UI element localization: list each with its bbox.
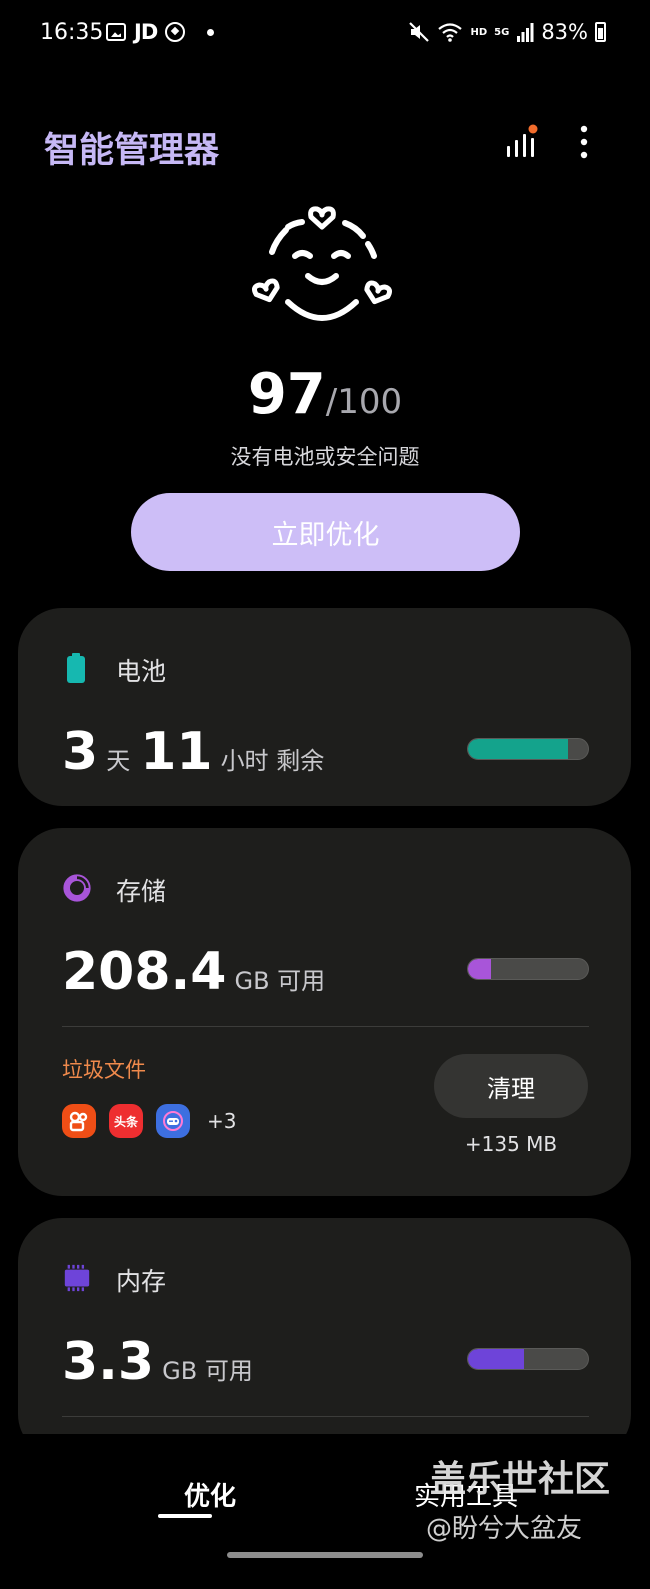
ring-icon <box>165 22 186 42</box>
memory-chip-icon <box>64 1264 90 1292</box>
memory-card[interactable]: 内存 3.3 GB 可用 <box>18 1218 631 1458</box>
status-bar: 16:35 JD HD 5G 83% <box>0 0 650 70</box>
storage-title: 存储 <box>116 877 167 906</box>
hd-indicator: HD <box>470 26 488 38</box>
battery-remaining: 3 天 11 小时 剩余 <box>62 722 334 782</box>
memory-value: 3.3 <box>62 1332 155 1392</box>
junk-files-title: 垃圾文件 <box>62 1058 146 1082</box>
signal-icon <box>517 23 534 42</box>
memory-usage-bar <box>467 1348 589 1370</box>
status-left-icons: JD <box>106 20 215 44</box>
storage-pie-icon <box>63 874 91 902</box>
clean-button[interactable]: 清理 <box>434 1054 588 1118</box>
storage-card[interactable]: 存储 208.4 GB 可用 垃圾文件 头条 +3 清理 +135 MB <box>18 828 631 1196</box>
more-options-icon[interactable] <box>574 124 594 160</box>
divider <box>62 1026 589 1027</box>
storage-value: 208.4 <box>62 942 227 1002</box>
score-value: 97 <box>247 362 326 427</box>
watermark-user: @盼兮大盆友 <box>426 1514 583 1544</box>
memory-title: 内存 <box>116 1267 167 1296</box>
storage-usage-fill <box>468 959 491 979</box>
kuaishou-app-icon <box>62 1104 96 1138</box>
battery-level-bar <box>467 738 589 760</box>
picture-icon <box>106 23 126 41</box>
memory-usage-fill <box>468 1349 525 1369</box>
notification-dot-icon <box>207 28 215 36</box>
junk-app-list: 头条 +3 <box>62 1104 236 1138</box>
network-type: 5G <box>494 26 510 38</box>
tab-selected-indicator <box>158 1514 212 1518</box>
game-app-icon <box>156 1104 190 1138</box>
memory-available: 3.3 GB 可用 <box>62 1332 263 1392</box>
divider <box>62 1416 589 1417</box>
battery-title: 电池 <box>116 657 167 686</box>
battery-days: 3 <box>62 722 99 782</box>
signal-bars-icon[interactable] <box>505 124 539 158</box>
battery-card[interactable]: 电池 3 天 11 小时 剩余 <box>18 608 631 806</box>
storage-available: 208.4 GB 可用 <box>62 942 335 1002</box>
more-apps-count: +3 <box>207 1109 237 1133</box>
junk-size: +135 MB <box>464 1132 558 1156</box>
tab-optimize[interactable]: 优化 <box>150 1476 270 1513</box>
battery-percent: 83% <box>541 20 588 44</box>
status-right-icons: HD 5G 83% <box>408 20 606 44</box>
optimize-now-button[interactable]: 立即优化 <box>131 493 520 571</box>
happy-face-icon <box>252 206 392 321</box>
status-time: 16:35 <box>40 20 104 45</box>
battery-icon <box>67 653 85 683</box>
mute-icon <box>409 22 430 42</box>
toutiao-app-icon: 头条 <box>109 1104 143 1138</box>
score-description: 没有电池或安全问题 <box>230 445 420 469</box>
gesture-bar[interactable] <box>227 1552 423 1558</box>
wifi-icon <box>438 23 463 42</box>
battery-days-unit: 天 <box>106 747 131 775</box>
battery-hours-unit: 小时 剩余 <box>220 747 325 775</box>
memory-unit: GB 可用 <box>162 1357 253 1385</box>
watermark-title: 盖乐世社区 <box>430 1459 611 1500</box>
battery-icon <box>595 22 606 42</box>
battery-level-fill <box>468 739 568 759</box>
score-max: /100 <box>325 382 403 422</box>
battery-hours: 11 <box>140 722 213 782</box>
storage-unit: GB 可用 <box>234 967 326 995</box>
page-title: 智能管理器 <box>44 131 220 171</box>
jd-icon: JD <box>134 20 158 44</box>
storage-usage-bar <box>467 958 589 980</box>
score: 97/100 <box>0 362 650 427</box>
